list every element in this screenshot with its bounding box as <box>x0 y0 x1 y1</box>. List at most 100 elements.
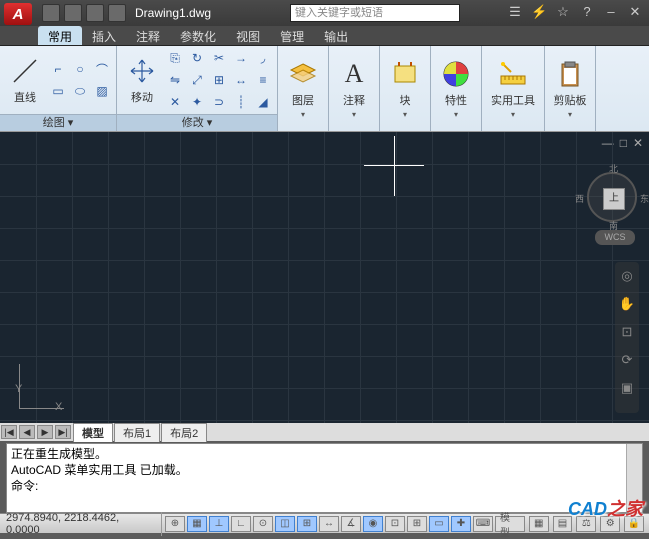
tab-annotate[interactable]: 注释 <box>126 26 170 45</box>
document-title: Drawing1.dwg <box>135 6 211 20</box>
arc-icon[interactable]: ⌒ <box>92 59 112 79</box>
rotate-icon[interactable]: ↻ <box>187 48 207 68</box>
drawing-area[interactable]: — □ ✕ /* grid drawn via JS below for bre… <box>0 132 649 423</box>
status-toggle-14[interactable]: ⌨ <box>473 516 493 532</box>
line-button[interactable]: 直线 <box>4 53 46 107</box>
tab-view[interactable]: 视图 <box>226 26 270 45</box>
explode-icon[interactable]: ✦ <box>187 92 207 112</box>
qat-undo[interactable] <box>108 4 126 22</box>
search-input[interactable]: 键入关键字或短语 <box>290 4 460 22</box>
layers-button[interactable]: 图层 ▾ <box>282 56 324 121</box>
move-button[interactable]: 移动 <box>121 53 163 107</box>
viewcube-west[interactable]: 西 <box>575 192 584 205</box>
showmotion-icon[interactable]: ▣ <box>618 380 636 398</box>
model-space-button[interactable]: 模型 <box>495 516 525 532</box>
last-tab-button[interactable]: ▶| <box>55 425 71 439</box>
tab-home[interactable]: 常用 <box>38 26 82 45</box>
infocenter-icon[interactable]: ☰ <box>507 5 523 21</box>
qat-new[interactable] <box>42 4 60 22</box>
viewcube-east[interactable]: 东 <box>640 192 649 205</box>
minimize-button[interactable]: – <box>603 5 619 21</box>
first-tab-button[interactable]: |◀ <box>1 425 17 439</box>
status-toggle-1[interactable]: ▦ <box>187 516 207 532</box>
pan-icon[interactable]: ✋ <box>618 296 636 314</box>
zoom-extents-icon[interactable]: ⊡ <box>618 324 636 342</box>
status-toggle-11[interactable]: ⊞ <box>407 516 427 532</box>
utilities-label: 实用工具 <box>491 92 535 108</box>
copy-icon[interactable]: ⎘ <box>165 48 185 68</box>
clipboard-button[interactable]: 剪贴板 ▾ <box>549 56 591 121</box>
status-toggle-10[interactable]: ⊡ <box>385 516 405 532</box>
mirror-icon[interactable]: ⇋ <box>165 70 185 90</box>
wcs-badge[interactable]: WCS <box>595 230 635 245</box>
status-toggle-3[interactable]: ∟ <box>231 516 251 532</box>
tab-output[interactable]: 输出 <box>314 26 358 45</box>
help-icon[interactable]: ? <box>579 5 595 21</box>
array-icon[interactable]: ⊞ <box>209 70 229 90</box>
lock-ui-icon[interactable]: 🔒 <box>624 516 644 532</box>
title-bar: A Drawing1.dwg 键入关键字或短语 ☰ ⚡ ☆ ? – ✕ <box>0 0 649 26</box>
tab-layout2[interactable]: 布局2 <box>161 423 207 442</box>
break-icon[interactable]: ┊ <box>231 92 251 112</box>
command-window[interactable]: 正在重生成模型。 AutoCAD 菜单实用工具 已加载。 命令: <box>6 443 643 513</box>
status-toggle-8[interactable]: ∡ <box>341 516 361 532</box>
status-toggle-5[interactable]: ◫ <box>275 516 295 532</box>
status-toggle-6[interactable]: ⊞ <box>297 516 317 532</box>
command-resize-handle[interactable] <box>7 443 626 444</box>
rectangle-icon[interactable]: ▭ <box>48 81 68 101</box>
command-scrollbar[interactable] <box>626 444 642 512</box>
maximize-viewport-icon[interactable]: □ <box>620 136 627 150</box>
block-button[interactable]: 块 ▾ <box>384 56 426 121</box>
viewcube[interactable]: 上 北 南 东 西 <box>587 172 637 222</box>
tab-parametric[interactable]: 参数化 <box>170 26 226 45</box>
viewcube-north[interactable]: 北 <box>609 162 618 175</box>
close-button[interactable]: ✕ <box>627 5 643 21</box>
panel-modify-label[interactable]: 修改 ▾ <box>117 114 277 131</box>
offset-icon[interactable]: ≡ <box>253 70 273 90</box>
tab-insert[interactable]: 插入 <box>82 26 126 45</box>
erase-icon[interactable]: ✕ <box>165 92 185 112</box>
quick-view-layouts-icon[interactable]: ▦ <box>529 516 549 532</box>
scale-icon[interactable]: ⤢ <box>187 70 207 90</box>
steering-wheel-icon[interactable]: ◎ <box>618 268 636 286</box>
prev-tab-button[interactable]: ◀ <box>19 425 35 439</box>
autocad-logo[interactable]: A <box>4 3 32 25</box>
status-toggle-7[interactable]: ↔ <box>319 516 339 532</box>
orbit-icon[interactable]: ⟳ <box>618 352 636 370</box>
hatch-icon[interactable]: ▨ <box>92 81 112 101</box>
status-toggle-4[interactable]: ⊙ <box>253 516 273 532</box>
panel-draw-label[interactable]: 绘图 ▾ <box>0 114 116 131</box>
coordinates-readout[interactable]: 2974.8940, 2218.4462, 0.0000 <box>0 512 162 536</box>
favorite-icon[interactable]: ☆ <box>555 5 571 21</box>
tab-model[interactable]: 模型 <box>73 423 113 442</box>
viewcube-top-face[interactable]: 上 <box>603 188 625 210</box>
utilities-button[interactable]: 实用工具 ▾ <box>486 56 540 121</box>
quick-view-drawings-icon[interactable]: ▤ <box>553 516 573 532</box>
circle-icon[interactable]: ○ <box>70 59 90 79</box>
properties-button[interactable]: 特性 ▾ <box>435 56 477 121</box>
polyline-icon[interactable]: ⌐ <box>48 59 68 79</box>
workspace-switch-icon[interactable]: ⚙ <box>600 516 620 532</box>
status-toggle-0[interactable]: ⊕ <box>165 516 185 532</box>
qat-open[interactable] <box>64 4 82 22</box>
ellipse-icon[interactable]: ⬭ <box>70 81 90 101</box>
status-toggle-9[interactable]: ◉ <box>363 516 383 532</box>
text-button[interactable]: A 注释 ▾ <box>333 56 375 121</box>
qat-save[interactable] <box>86 4 104 22</box>
tab-manage[interactable]: 管理 <box>270 26 314 45</box>
annotation-scale-icon[interactable]: ⚖ <box>576 516 596 532</box>
stretch-icon[interactable]: ↔ <box>231 70 251 90</box>
extend-icon[interactable]: → <box>231 48 251 68</box>
join-icon[interactable]: ⊃ <box>209 92 229 112</box>
fillet-icon[interactable]: ◞ <box>253 48 273 68</box>
next-tab-button[interactable]: ▶ <box>37 425 53 439</box>
status-toggle-13[interactable]: ✚ <box>451 516 471 532</box>
command-prompt[interactable]: 命令: <box>11 478 638 494</box>
close-viewport-icon[interactable]: ✕ <box>633 136 643 150</box>
exchange-icon[interactable]: ⚡ <box>531 5 547 21</box>
status-toggle-12[interactable]: ▭ <box>429 516 449 532</box>
status-toggle-2[interactable]: ⊥ <box>209 516 229 532</box>
chamfer-icon[interactable]: ◢ <box>253 92 273 112</box>
tab-layout1[interactable]: 布局1 <box>114 423 160 442</box>
trim-icon[interactable]: ✂ <box>209 48 229 68</box>
